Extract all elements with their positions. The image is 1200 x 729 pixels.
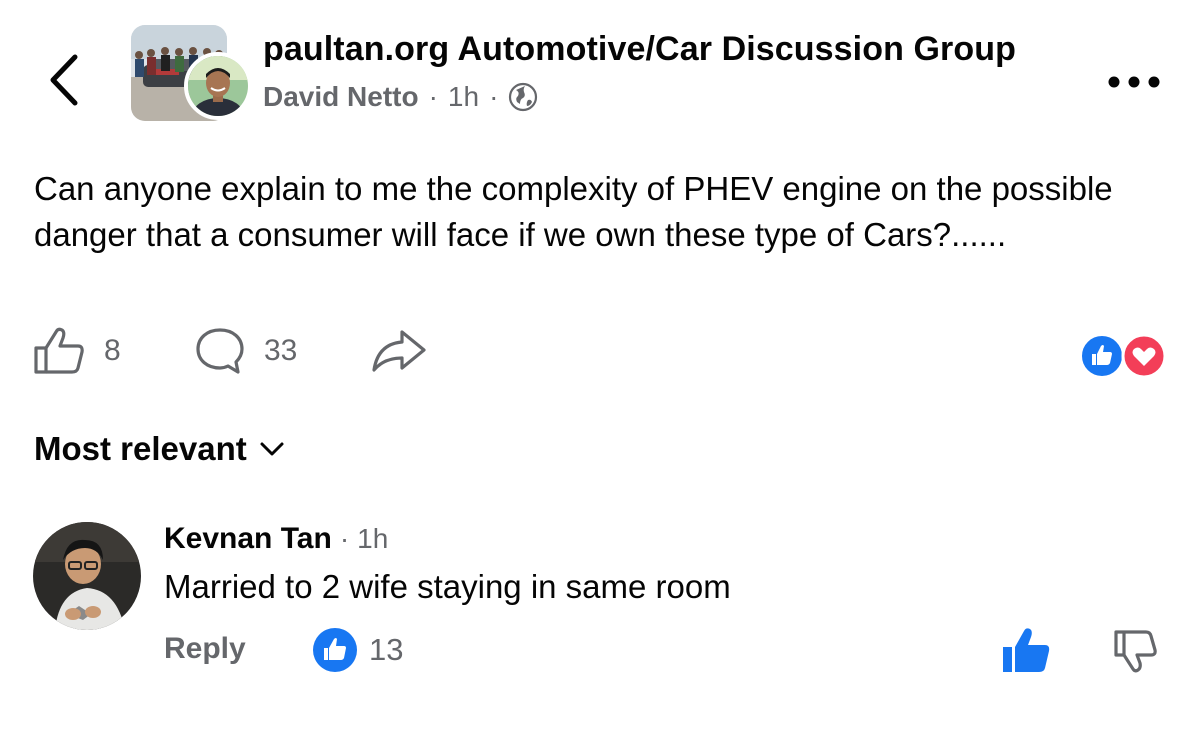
comment-author-name[interactable]: Kevnan Tan (164, 522, 332, 556)
share-icon (372, 330, 426, 372)
comment-dislike-button[interactable] (1110, 628, 1158, 674)
sort-comments-dropdown[interactable]: Most relevant (34, 430, 285, 468)
thumbs-up-icon (34, 327, 84, 374)
chevron-left-icon (50, 54, 78, 106)
thumbs-up-filled-icon (1003, 628, 1050, 672)
thumbs-down-icon (1114, 630, 1157, 673)
chevron-down-icon (260, 442, 284, 456)
comment-separator: · (339, 523, 350, 554)
love-reaction-icon (1121, 333, 1167, 379)
comment-time: 1h (357, 523, 389, 554)
group-name[interactable]: paultan.org Automotive/Car Discussion Gr… (263, 30, 1016, 69)
author-avatar[interactable] (184, 52, 252, 120)
share-button[interactable] (370, 326, 428, 376)
sort-label: Most relevant (34, 430, 247, 467)
globe-icon (509, 82, 538, 112)
meta-separator: · (489, 81, 499, 112)
post-meta: David Netto · 1h · (263, 81, 538, 113)
comment-reaction-summary[interactable]: 13 (313, 628, 403, 672)
reaction-summary[interactable] (1080, 333, 1170, 379)
reply-button[interactable]: Reply (164, 632, 246, 666)
comment-like-count: 13 (369, 632, 404, 667)
comment-icon (196, 328, 244, 374)
post-text: Can anyone explain to me the complexity … (34, 170, 1113, 253)
like-reaction-icon (1080, 334, 1124, 378)
comment-like-button[interactable] (1000, 626, 1052, 676)
like-button[interactable]: 8 (32, 326, 121, 376)
author-name[interactable]: David Netto (263, 81, 419, 113)
post-time[interactable]: 1h (448, 81, 479, 113)
like-count: 8 (104, 334, 121, 367)
like-reaction-icon (313, 628, 357, 672)
comment-button[interactable]: 33 (194, 326, 297, 376)
comment-header: Kevnan Tan · 1h (164, 522, 388, 556)
back-button[interactable] (40, 50, 88, 110)
more-options-button[interactable] (1102, 62, 1166, 102)
comment-count: 33 (264, 334, 298, 367)
meta-separator: · (428, 81, 438, 112)
more-horizontal-icon (1108, 76, 1160, 88)
comment-text: Married to 2 wife staying in same room (164, 568, 731, 605)
comment-author-avatar[interactable] (33, 522, 141, 630)
